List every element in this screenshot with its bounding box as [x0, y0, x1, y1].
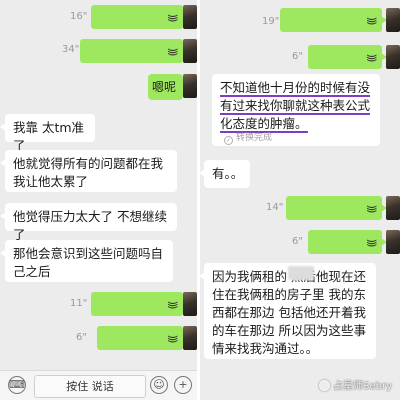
voice-duration: 16": [70, 11, 88, 22]
message-text: 他觉得压力太大了 不想继续了: [13, 209, 167, 242]
avatar[interactable]: [183, 39, 197, 63]
voice-message[interactable]: ))): [80, 39, 188, 63]
voice-duration: 11": [70, 298, 88, 309]
received-message[interactable]: 我靠 太tm准了: [0, 114, 95, 153]
avatar[interactable]: [386, 45, 400, 69]
voice-message[interactable]: ))): [91, 292, 188, 316]
check-icon: ✓: [224, 136, 233, 145]
received-message[interactable]: 他觉得压力太大了 不想继续了: [0, 203, 177, 242]
voice-wave-icon: ))): [365, 238, 379, 246]
avatar[interactable]: [386, 230, 400, 254]
voice-duration: 14": [266, 202, 284, 213]
received-message[interactable]: 他就觉得所有的问题都在我 我让他太累了: [0, 150, 177, 192]
voice-message[interactable]: ))): [308, 45, 387, 69]
chat-pane-left: 16" ))) 34" ))) 嗯呢 我靠 太tm准了 他就觉得所有的问题都在我…: [0, 0, 197, 400]
transcription-status: ✓ 转换完成: [224, 130, 272, 145]
voice-duration: 19": [262, 16, 280, 27]
received-message[interactable]: 那他会意识到这些问题吗自己之后: [0, 240, 173, 282]
voice-message[interactable]: ))): [286, 196, 387, 220]
voice-wave-icon: ))): [365, 53, 379, 61]
message-text: 嗯呢: [152, 80, 177, 94]
message-text: 他就觉得所有的问题都在我 我让他太累了: [13, 156, 164, 189]
redaction-blur: [288, 266, 314, 280]
message-text: 有。。: [212, 166, 244, 181]
keyboard-toggle-icon[interactable]: ⌨: [8, 376, 26, 394]
avatar[interactable]: [183, 292, 197, 316]
avatar[interactable]: [183, 5, 197, 29]
plus-icon[interactable]: +: [174, 376, 192, 394]
voice-wave-icon: ))): [166, 334, 180, 342]
voice-wave-icon: ))): [166, 47, 180, 55]
message-text: 因为我俩租的 然后他现在还住在我俩租的房子里 我的东西都在那边 包括他还开着我的…: [212, 269, 366, 356]
voice-message[interactable]: ))): [97, 326, 188, 350]
voice-wave-icon: ))): [365, 204, 379, 212]
watermark-text: 占星师Sebry: [333, 381, 392, 392]
voice-wave-icon: ))): [166, 13, 180, 21]
transcription-status-label: 转换完成: [236, 133, 273, 143]
avatar[interactable]: [183, 326, 197, 350]
voice-message[interactable]: ))): [91, 5, 188, 29]
received-message[interactable]: 有。。: [200, 160, 250, 188]
voice-wave-icon: ))): [365, 16, 379, 24]
message-text: 不知道他十月份的时候有没有过来找你聊就这种表公式化态度的肿瘤。: [220, 80, 371, 133]
voice-duration: 6": [76, 332, 87, 343]
avatar[interactable]: [386, 8, 400, 32]
voice-duration: 6": [292, 236, 303, 247]
message-text: 那他会意识到这些问题吗自己之后: [13, 246, 164, 279]
message-text: 我靠 太tm准了: [13, 120, 85, 153]
chat-pane-right: 19" ))) 6" ))) 不知道他十月份的时候有没有过来找你聊就这种表公式化…: [200, 0, 400, 400]
voice-duration: 6": [292, 51, 303, 62]
sent-message[interactable]: 嗯呢: [148, 74, 188, 100]
voice-duration: 34": [62, 44, 80, 55]
avatar[interactable]: [386, 196, 400, 220]
voice-message[interactable]: ))): [280, 8, 387, 32]
input-bar: ⌨ 按住 说话 ☺ +: [0, 370, 197, 400]
watermark: 占星师Sebry: [319, 377, 392, 392]
smiley-icon[interactable]: ☺: [150, 376, 168, 394]
voice-message[interactable]: ))): [308, 230, 387, 254]
hold-to-talk-button[interactable]: 按住 说话: [34, 375, 146, 398]
avatar[interactable]: [183, 74, 197, 98]
voice-wave-icon: ))): [166, 300, 180, 308]
watermark-logo-icon: [319, 380, 331, 391]
